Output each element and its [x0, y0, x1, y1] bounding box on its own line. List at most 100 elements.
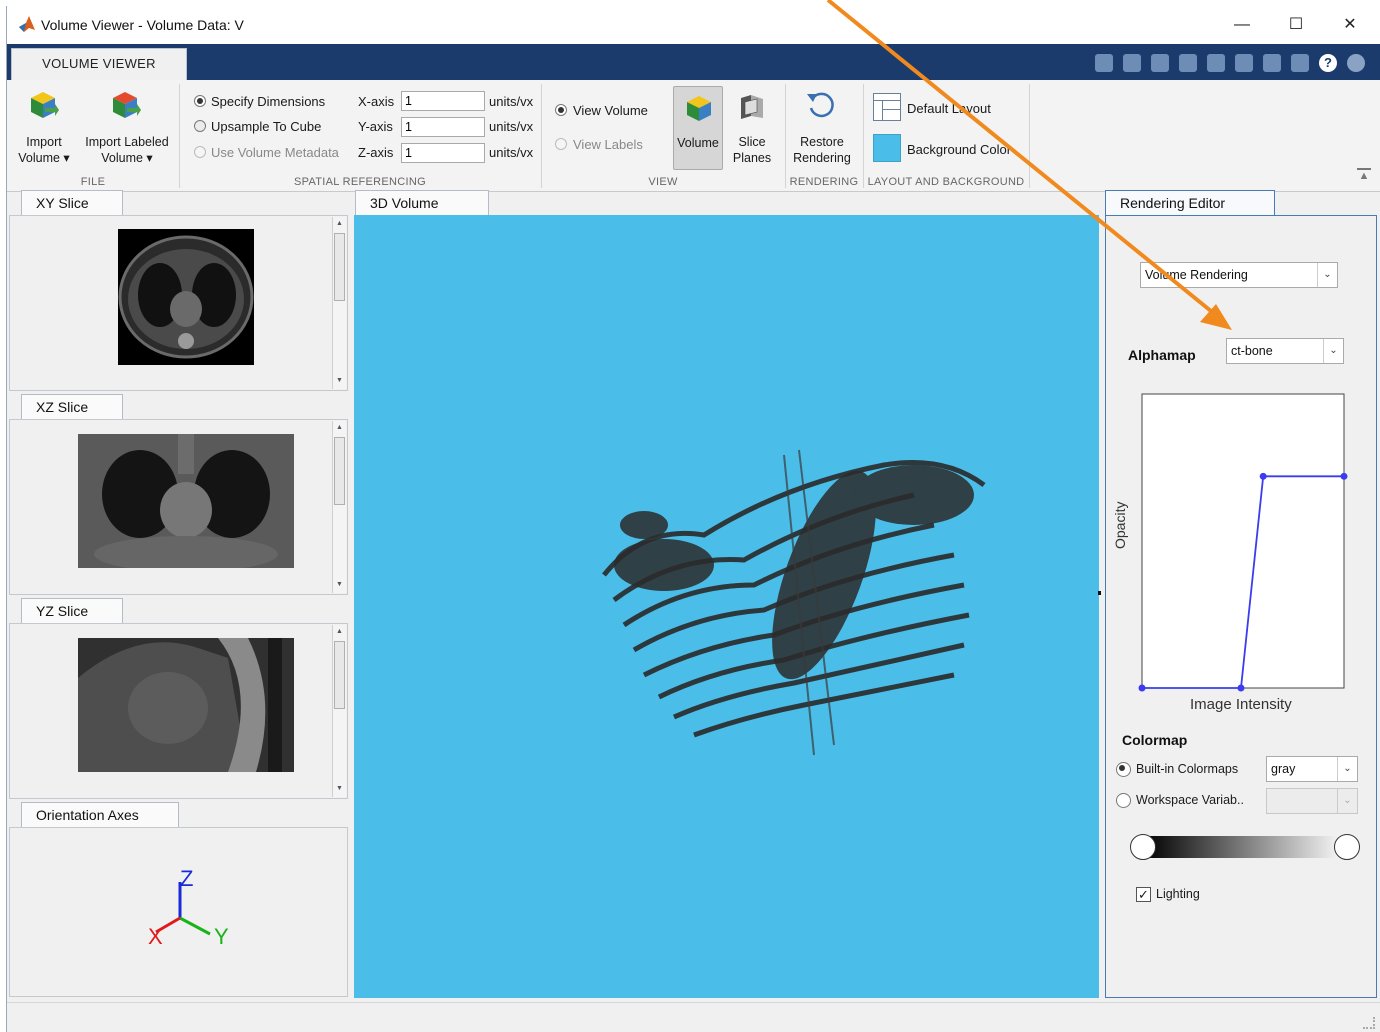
slice-planes-label-line2: Planes — [732, 151, 772, 165]
use-volume-metadata-radio[interactable] — [194, 146, 206, 158]
colormap-label: Colormap — [1122, 732, 1188, 748]
help-icon[interactable]: ? — [1319, 54, 1337, 72]
3d-volume-view[interactable] — [354, 215, 1101, 998]
colormap-max-handle[interactable] — [1334, 834, 1360, 860]
status-bar — [7, 1002, 1380, 1032]
rendered-ribcage-volume — [602, 449, 986, 756]
slice-planes-button[interactable]: Slice Planes — [727, 134, 777, 166]
alphamap-control-point[interactable] — [1138, 684, 1146, 692]
scroll-down-icon[interactable]: ▼ — [333, 579, 346, 591]
alphamap-label: Alphamap — [1128, 347, 1196, 363]
yz-slice-scrollbar[interactable]: ▲ ▼ — [332, 625, 346, 797]
tab-3d-volume[interactable]: 3D Volume — [355, 190, 489, 216]
undo-icon[interactable] — [1207, 54, 1225, 72]
chevron-down-icon: ⌄ — [1317, 263, 1337, 287]
options-icon[interactable] — [1347, 54, 1365, 72]
close-button[interactable]: ✕ — [1327, 12, 1373, 38]
alphamap-value: ct-bone — [1231, 344, 1273, 358]
xz-slice-scrollbar[interactable]: ▲ ▼ — [332, 421, 346, 593]
upsample-to-cube-label: Upsample To Cube — [211, 119, 322, 134]
minimize-button[interactable]: — — [1219, 12, 1265, 38]
tab-xz-slice[interactable]: XZ Slice — [21, 394, 123, 420]
workspace-variable-radio[interactable] — [1116, 793, 1131, 808]
workspace-variable-dropdown[interactable]: ⌄ — [1266, 788, 1358, 814]
render-mode-dropdown[interactable]: Volume Rendering ⌄ — [1140, 262, 1338, 288]
y-axis-input[interactable] — [401, 117, 485, 137]
alphamap-control-point[interactable] — [1259, 472, 1267, 480]
import-labeled-label-line2: Volume ▾ — [101, 151, 153, 165]
scroll-down-icon[interactable]: ▼ — [333, 375, 346, 387]
tab-volume-viewer[interactable]: VOLUME VIEWER — [11, 48, 187, 80]
alphamap-editor[interactable] — [1120, 386, 1360, 696]
builtin-colormap-dropdown[interactable]: gray ⌄ — [1266, 756, 1358, 782]
y-axis-units: units/vx — [489, 119, 534, 134]
x-axis-label: X-axis — [358, 94, 395, 109]
scroll-thumb[interactable] — [334, 233, 345, 301]
restore-rendering-button[interactable]: Restore Rendering — [785, 134, 859, 166]
alphamap-dropdown[interactable]: ct-bone ⌄ — [1226, 338, 1344, 364]
specify-dimensions-radio[interactable] — [194, 95, 206, 107]
xy-slice-panel: ▲ ▼ — [9, 215, 348, 391]
builtin-colormap-value: gray — [1271, 762, 1296, 776]
use-volume-metadata-label: Use Volume Metadata — [211, 145, 339, 160]
resize-grip-icon[interactable] — [1363, 1017, 1375, 1029]
volume-button[interactable]: Volume — [673, 86, 723, 170]
window-layout-icon[interactable] — [1291, 54, 1309, 72]
scroll-up-icon[interactable]: ▲ — [333, 422, 346, 434]
view-volume-radio[interactable] — [555, 104, 567, 116]
divider-handle[interactable] — [1098, 591, 1101, 595]
maximize-button[interactable]: ☐ — [1273, 12, 1319, 38]
background-color-button[interactable]: Background Color — [907, 142, 1011, 157]
copy-icon[interactable] — [1151, 54, 1169, 72]
section-divider — [1029, 84, 1030, 188]
file-section-label: FILE — [80, 176, 106, 188]
view-volume-label: View Volume — [573, 103, 648, 118]
axis-z-label: Z — [180, 866, 194, 891]
paste-icon[interactable] — [1179, 54, 1197, 72]
background-color-swatch — [873, 134, 901, 162]
layout-background-section-label: LAYOUT AND BACKGROUND — [867, 176, 1025, 188]
slice-planes-icon — [741, 95, 763, 119]
cut-icon[interactable] — [1123, 54, 1141, 72]
z-axis-units: units/vx — [489, 145, 534, 160]
section-divider — [863, 84, 864, 188]
slice-planes-label-line1: Slice — [738, 135, 766, 149]
xy-slice-scrollbar[interactable]: ▲ ▼ — [332, 217, 346, 389]
upsample-to-cube-radio[interactable] — [194, 120, 206, 132]
axis-y-label: Y — [214, 924, 229, 949]
redo-icon[interactable] — [1235, 54, 1253, 72]
import-labeled-volume-button[interactable]: Import Labeled Volume ▾ — [81, 134, 173, 166]
z-axis-input[interactable] — [401, 143, 485, 163]
save-icon[interactable] — [1095, 54, 1113, 72]
alphamap-control-point[interactable] — [1340, 472, 1348, 480]
chevron-down-icon: ⌄ — [1337, 757, 1357, 781]
print-icon[interactable] — [1263, 54, 1281, 72]
alphamap-control-point[interactable] — [1237, 684, 1245, 692]
default-layout-button[interactable]: Default Layout — [907, 101, 991, 116]
tab-orientation-axes[interactable]: Orientation Axes — [21, 802, 179, 828]
tab-rendering-editor[interactable]: Rendering Editor — [1105, 190, 1275, 216]
x-axis-input[interactable] — [401, 91, 485, 111]
scroll-thumb[interactable] — [334, 437, 345, 505]
section-divider — [179, 84, 180, 188]
scroll-up-icon[interactable]: ▲ — [333, 626, 346, 638]
z-axis-label: Z-axis — [358, 145, 394, 160]
tab-xy-slice[interactable]: XY Slice — [21, 190, 123, 216]
scroll-down-icon[interactable]: ▼ — [333, 783, 346, 795]
title-bar: Volume Viewer - Volume Data: V — ☐ ✕ — [7, 6, 1380, 44]
workspace-variable-label: Workspace Variab.. — [1136, 793, 1244, 807]
collapse-toolstrip-icon[interactable]: ▲ — [1357, 168, 1371, 182]
colormap-min-handle[interactable] — [1130, 834, 1156, 860]
import-volume-button[interactable]: Import Volume ▾ — [15, 134, 73, 166]
tab-yz-slice[interactable]: YZ Slice — [21, 598, 123, 624]
builtin-colormaps-radio[interactable] — [1116, 762, 1131, 777]
colormap-gradient-bar[interactable] — [1144, 836, 1348, 858]
lighting-checkbox[interactable]: ✓ — [1136, 887, 1151, 902]
scroll-up-icon[interactable]: ▲ — [333, 218, 346, 230]
builtin-colormaps-label: Built-in Colormaps — [1136, 762, 1239, 776]
scroll-thumb[interactable] — [334, 641, 345, 709]
chevron-down-icon: ⌄ — [1323, 339, 1343, 363]
axis-x-label: X — [148, 924, 163, 949]
restore-rendering-label-line2: Rendering — [793, 151, 851, 165]
view-labels-radio[interactable] — [555, 138, 567, 150]
